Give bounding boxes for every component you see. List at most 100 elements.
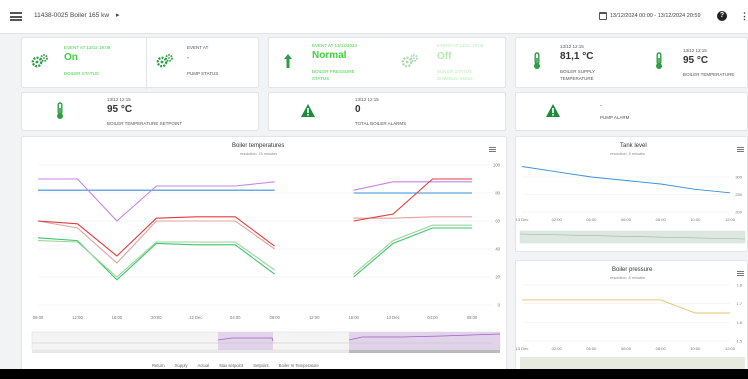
x-tick-label: 08:00 <box>33 315 44 320</box>
thermometer-icon <box>534 52 540 69</box>
help-icon[interactable]: ? <box>717 11 727 21</box>
y-tick-label: 300 <box>735 175 742 180</box>
screen-bottom-bar <box>0 369 748 379</box>
x-tick-label: 10:00 <box>690 346 701 351</box>
x-tick-label: 08:00 <box>467 315 478 320</box>
y-tick-label: 200 <box>735 210 742 215</box>
setpoint-time: 13/12 12:15 <box>107 97 131 102</box>
gears-icon <box>156 54 173 68</box>
top-bar: 11438-0025 Boiler 165 kw ▸ 13/12/2024 00… <box>0 0 748 34</box>
alarm-triangle-icon <box>301 104 315 117</box>
burn-status-event: EVENT AT 13/12 19:08 <box>437 43 484 48</box>
burn-status-value: Off <box>437 51 452 62</box>
legend-supply[interactable]: Supply <box>175 363 188 368</box>
boiler-temperatures-plot[interactable]: 0 20 40 60 80 100 08:00 12:00 16:00 20:00 12 Dec 0… <box>22 137 508 373</box>
pump-status-label: PUMP STATUS <box>187 71 219 76</box>
arrow-up-icon <box>284 54 292 68</box>
supply-temp-label2: TEMPERATURE <box>560 76 594 81</box>
breadcrumb[interactable]: 11438-0025 Boiler 165 kw <box>34 12 109 19</box>
date-range[interactable]: 13/12/2024 00:00 - 13/12/2024 20:59 <box>610 13 701 19</box>
navigator[interactable] <box>520 357 745 369</box>
y-tick-label: 1.5 <box>736 339 742 344</box>
status-group-1: EVENT AT 13/12 19:08 On BOILER STATUS EV… <box>21 37 260 89</box>
y-tick-label: 20 <box>495 275 500 280</box>
x-tick-label: 04:00 <box>427 315 438 320</box>
chevron-right-icon[interactable]: ▸ <box>116 11 120 19</box>
y-tick-label: 1.7 <box>736 301 742 306</box>
pressure-status-label2: STATUS <box>312 76 330 81</box>
boiler-status-event: EVENT AT 13/12 19:08 <box>64 45 111 50</box>
navigator[interactable] <box>519 230 746 244</box>
x-tick-label: 02:00 <box>552 346 563 351</box>
boiler-temp-time: 13/12 12:15 <box>683 48 707 53</box>
x-tick-label: 16:00 <box>112 315 123 320</box>
burn-status-label: BOILER STATUS <box>437 69 472 74</box>
boiler-pressure-plot[interactable]: 1.5 1.6 1.7 1.8 13 Dec 02:00 04:00 06:00 08:00 10… <box>516 261 748 373</box>
alarms-label: TOTAL BOILER ALARMS <box>355 121 407 126</box>
navigator[interactable] <box>31 331 501 353</box>
x-tick-label: 08:00 <box>656 346 667 351</box>
gears-icon <box>401 54 418 68</box>
y-tick-label: 100 <box>493 163 501 168</box>
x-tick-label: 04:00 <box>586 217 597 222</box>
x-tick-label: 10:00 <box>690 217 701 222</box>
boiler-temp-value: 95 °C <box>683 55 709 66</box>
pressure-status-event: EVENT AT 13/12/2024 <box>312 43 358 48</box>
burn-status-card: EVENT AT 13/12 19:08 Off BOILER STATUS D… <box>393 38 507 89</box>
supply-temp-value: 81,1 °C <box>560 51 594 62</box>
kebab-icon[interactable]: ⋮ <box>740 11 748 21</box>
series-line-max-setpoint[interactable] <box>38 178 472 222</box>
thermometer-icon <box>57 102 63 119</box>
y-tick-label: 40 <box>495 247 500 252</box>
x-tick-label: 06:00 <box>621 346 632 351</box>
boiler-status-value: On <box>64 52 78 63</box>
pressure-status-label: BOILER PRESSURE <box>312 69 355 74</box>
pump-alarm-label: PUMP ALARM <box>600 115 630 120</box>
temperature-group: 13/12 12:15 81,1 °C BOILER SUPPLY TEMPER… <box>515 37 748 88</box>
gears-icon <box>31 54 48 68</box>
legend-actual[interactable]: Actual <box>198 363 210 368</box>
x-tick-label: 04:00 <box>586 346 597 351</box>
navigator-scroll-thumb[interactable] <box>349 350 500 353</box>
pump-alarm-value: - <box>600 103 602 109</box>
legend-boiler-in-temperature[interactable]: Boiler In Temperature <box>279 363 319 368</box>
alarms-card: 13/12 12:15 0 TOTAL BOILER ALARMS <box>268 92 506 131</box>
menu-icon[interactable] <box>10 12 22 21</box>
setpoint-card: 13/12 12:15 95 °C BOILER TEMPERATURE SET… <box>21 92 259 131</box>
alarm-triangle-icon <box>546 104 560 117</box>
y-tick-label: 60 <box>495 219 500 224</box>
calendar-icon[interactable] <box>599 12 607 20</box>
navigator-range[interactable] <box>218 332 273 350</box>
x-tick-label: 12:00 <box>725 346 736 351</box>
y-tick-label: 250 <box>735 192 742 197</box>
x-tick-label: 02:00 <box>552 217 563 222</box>
legend-max-setpoint[interactable]: Max setpoint <box>219 363 243 368</box>
x-tick-label: 12:00 <box>72 315 83 320</box>
y-tick-label: 1.6 <box>736 320 742 325</box>
alarms-time: 13/12 12:15 <box>355 97 379 102</box>
setpoint-label: BOILER TEMPERATURE SETPOINT <box>107 121 183 126</box>
x-tick-label: 13 Dec <box>386 315 399 320</box>
pump-alarm-card: - PUMP ALARM <box>515 92 748 131</box>
x-tick-label: 13 Dec <box>516 346 528 351</box>
boiler-pressure-chart: Boiler pressure resolution: 5 minutes 1.… <box>515 260 748 372</box>
series-line-return[interactable] <box>38 189 472 194</box>
x-tick-label: 12:00 <box>725 217 736 222</box>
chart-legend: Return Supply Actual Max setpoint Setpoi… <box>152 363 328 368</box>
x-tick-label: 20:00 <box>151 315 162 320</box>
series-line[interactable] <box>521 166 731 194</box>
series-line[interactable] <box>522 299 730 314</box>
legend-return[interactable]: Return <box>152 363 165 368</box>
y-tick-label: 1.8 <box>736 283 742 288</box>
boiler-temp-label: BOILER TEMPERATURE <box>683 72 735 77</box>
boiler-temperatures-chart: Boiler temperatures resolution: 15 minut… <box>21 136 507 372</box>
x-tick-label: 12:00 <box>309 315 320 320</box>
burn-status-label2: DHW/Burn Status <box>437 76 473 81</box>
supply-temp-label: BOILER SUPPLY <box>560 69 596 74</box>
x-tick-label: 08:00 <box>656 217 667 222</box>
pump-status-value: - <box>187 55 190 62</box>
legend-setpoint[interactable]: Setpoint <box>253 363 268 368</box>
alarms-value: 0 <box>355 104 361 115</box>
tank-level-plot[interactable]: 200 250 300 13 Dec 02:00 04:00 06:00 08:00 10:00… <box>516 137 748 253</box>
pump-status-card: EVENT AT - PUMP STATUS <box>146 38 260 89</box>
